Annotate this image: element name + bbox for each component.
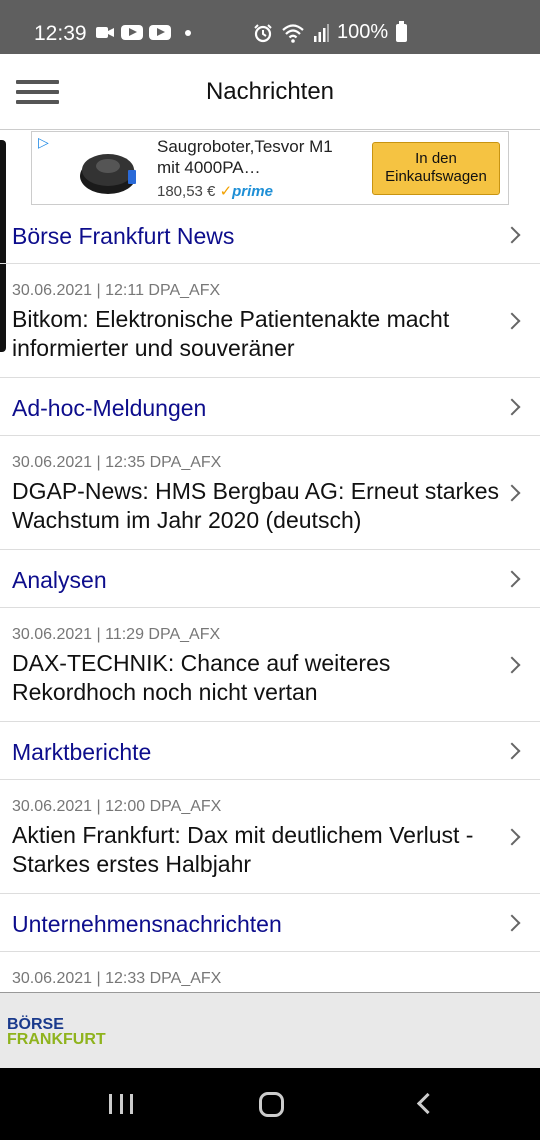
news-item[interactable]: 30.06.2021 | 12:11 DPA_AFX Bitkom: Elekt… xyxy=(0,264,540,378)
back-icon[interactable] xyxy=(416,1092,439,1115)
system-nav-bar xyxy=(0,1068,540,1140)
footer-bar: BÖRSE FRANKFURT xyxy=(0,992,540,1068)
chevron-right-icon xyxy=(503,828,521,846)
section-marktberichte[interactable]: Marktberichte xyxy=(0,722,540,780)
news-item[interactable]: 30.06.2021 | 12:35 DPA_AFX DGAP-News: HM… xyxy=(0,436,540,550)
battery-percent: 100% xyxy=(337,21,389,43)
app-bar: Nachrichten xyxy=(0,54,540,130)
section-boerse-frankfurt-news[interactable]: Börse Frankfurt News xyxy=(0,206,540,264)
signal-icon xyxy=(314,23,329,42)
news-headline[interactable]: DAX-TECHNIK: Chance auf weiteres Rekordh… xyxy=(12,649,502,707)
news-meta: 30.06.2021 | 12:11 DPA_AFX xyxy=(12,282,221,299)
ad-price: 180,53 € xyxy=(157,183,216,200)
section-unternehmensnachrichten[interactable]: Unternehmensnachrichten xyxy=(0,894,540,952)
news-meta: 30.06.2021 | 11:29 DPA_AFX xyxy=(12,626,221,643)
video-call-icon xyxy=(96,27,114,38)
adchoices-icon[interactable]: ▷ xyxy=(38,134,49,151)
chevron-right-icon xyxy=(503,742,521,760)
section-ad-hoc-meldungen[interactable]: Ad-hoc-Meldungen xyxy=(0,378,540,436)
prime-label: prime xyxy=(232,183,273,200)
chevron-right-icon xyxy=(503,570,521,588)
chevron-right-icon xyxy=(503,484,521,502)
news-item[interactable]: 30.06.2021 | 11:29 DPA_AFX DAX-TECHNIK: … xyxy=(0,608,540,722)
youtube-icon xyxy=(121,25,143,40)
logo-line-1: BÖRSE xyxy=(7,1016,64,1033)
news-meta: 30.06.2021 | 12:00 DPA_AFX xyxy=(12,798,222,815)
add-to-cart-button[interactable]: In den Einkaufswagen xyxy=(372,142,500,195)
ad-banner[interactable]: ▷ Saugroboter,Tesvor M1 mit 4000PA… 180,… xyxy=(31,131,509,205)
system-icons: 100% xyxy=(253,20,408,44)
section-label[interactable]: Unternehmensnachrichten xyxy=(12,911,282,938)
ad-product-name[interactable]: Saugroboter,Tesvor M1 mit 4000PA… xyxy=(157,136,357,178)
status-bar: 12:39 100% xyxy=(0,0,540,54)
chevron-right-icon xyxy=(503,914,521,932)
chevron-right-icon xyxy=(503,226,521,244)
logo-line-2: FRANKFURT xyxy=(7,1031,106,1048)
chevron-right-icon xyxy=(503,398,521,416)
news-item[interactable]: 30.06.2021 | 12:33 DPA_AFX xyxy=(0,952,540,992)
news-item[interactable]: 30.06.2021 | 12:00 DPA_AFX Aktien Frankf… xyxy=(0,780,540,894)
battery-icon xyxy=(396,20,408,42)
wifi-icon xyxy=(282,23,304,43)
notification-icons xyxy=(95,25,191,40)
section-analysen[interactable]: Analysen xyxy=(0,550,540,608)
news-feed: Börse Frankfurt News 30.06.2021 | 12:11 … xyxy=(0,206,540,992)
robot-vacuum-image[interactable] xyxy=(78,140,142,200)
alarm-icon xyxy=(254,23,272,42)
section-label[interactable]: Börse Frankfurt News xyxy=(12,223,234,250)
status-time: 12:39 xyxy=(34,22,87,45)
boerse-frankfurt-logo[interactable]: BÖRSE FRANKFURT xyxy=(7,1016,106,1048)
news-headline[interactable]: Bitkom: Elektronische Patientenakte mach… xyxy=(12,305,502,363)
news-meta: 30.06.2021 | 12:33 DPA_AFX xyxy=(12,970,222,987)
chevron-right-icon xyxy=(503,656,521,674)
prime-badge: ✓prime xyxy=(219,183,273,200)
section-label[interactable]: Analysen xyxy=(12,567,107,594)
page-title: Nachrichten xyxy=(205,78,335,105)
recent-apps-icon[interactable] xyxy=(109,1094,133,1114)
home-icon[interactable] xyxy=(259,1092,284,1117)
section-label[interactable]: Ad-hoc-Meldungen xyxy=(12,395,206,422)
more-notifications-icon xyxy=(185,29,191,36)
youtube-icon xyxy=(149,25,171,40)
news-meta: 30.06.2021 | 12:35 DPA_AFX xyxy=(12,454,222,471)
ad-price-row: 180,53 € ✓prime xyxy=(157,182,273,200)
news-headline[interactable]: Aktien Frankfurt: Dax mit deutlichem Ver… xyxy=(12,821,502,879)
section-label[interactable]: Marktberichte xyxy=(12,739,151,766)
chevron-right-icon xyxy=(503,312,521,330)
news-headline[interactable]: DGAP-News: HMS Bergbau AG: Erneut starke… xyxy=(12,477,502,535)
